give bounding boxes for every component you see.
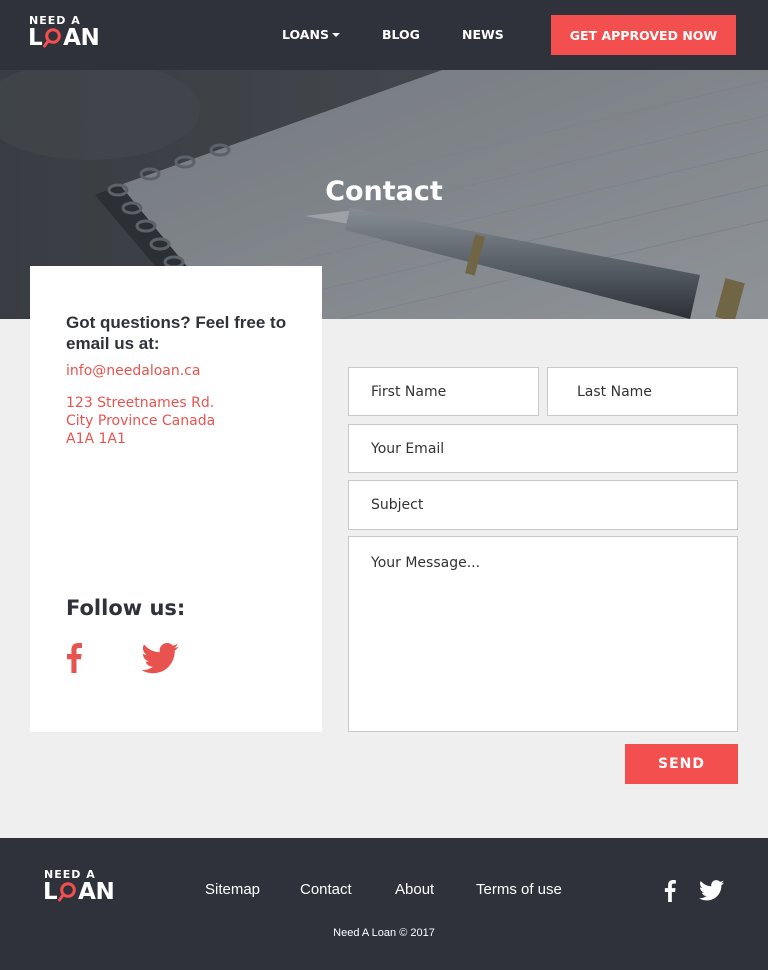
magnifier-icon: [43, 28, 62, 48]
logo-text-bottom: L AN: [28, 25, 100, 51]
nav-item-blog[interactable]: BLOG: [382, 27, 420, 42]
email-link[interactable]: info@needaloan.ca: [66, 363, 200, 379]
footer-link-terms[interactable]: Terms of use: [476, 881, 562, 898]
logo-text-bottom: L AN: [43, 879, 115, 905]
footer-link-about[interactable]: About: [395, 881, 434, 898]
nav-item-loans[interactable]: LOANS: [282, 27, 340, 42]
navbar: NEED A L AN LOANS BLOG NEWS GET APPROVED …: [0, 0, 768, 70]
footer-link-contact[interactable]: Contact: [300, 881, 352, 898]
get-approved-button[interactable]: GET APPROVED NOW: [551, 15, 736, 55]
first-name-field[interactable]: [348, 367, 539, 416]
nav-item-news[interactable]: NEWS: [462, 27, 504, 42]
footer: NEED A L AN Sitemap Contact About Terms o…: [0, 838, 768, 970]
twitter-icon[interactable]: [141, 643, 179, 674]
message-field[interactable]: [348, 536, 738, 732]
address-line: 123 Streetnames Rd.: [66, 395, 215, 411]
brand-logo[interactable]: NEED A L AN: [28, 14, 108, 56]
copyright-text: Need A Loan © 2017: [333, 927, 435, 939]
last-name-field[interactable]: [547, 367, 738, 416]
facebook-icon[interactable]: [664, 880, 676, 902]
twitter-icon[interactable]: [699, 880, 724, 901]
subject-field[interactable]: [348, 480, 738, 530]
contact-info-card: Got questions? Feel free to email us at:…: [30, 266, 322, 732]
send-button[interactable]: SEND: [625, 744, 738, 784]
footer-link-sitemap[interactable]: Sitemap: [205, 881, 260, 898]
email-field[interactable]: [348, 424, 738, 473]
address-line: City Province Canada: [66, 413, 216, 429]
magnifier-icon: [58, 882, 77, 902]
postal-address: 123 Streetnames Rd. City Province Canada…: [66, 394, 215, 448]
footer-logo[interactable]: NEED A L AN: [43, 868, 123, 910]
info-heading: Got questions? Feel free to email us at:: [66, 313, 287, 353]
chevron-down-icon: [331, 33, 340, 37]
follow-heading: Follow us:: [66, 596, 186, 620]
address-line: A1A 1A1: [66, 431, 126, 447]
facebook-icon[interactable]: [66, 643, 82, 673]
page-title: Contact: [325, 176, 443, 207]
